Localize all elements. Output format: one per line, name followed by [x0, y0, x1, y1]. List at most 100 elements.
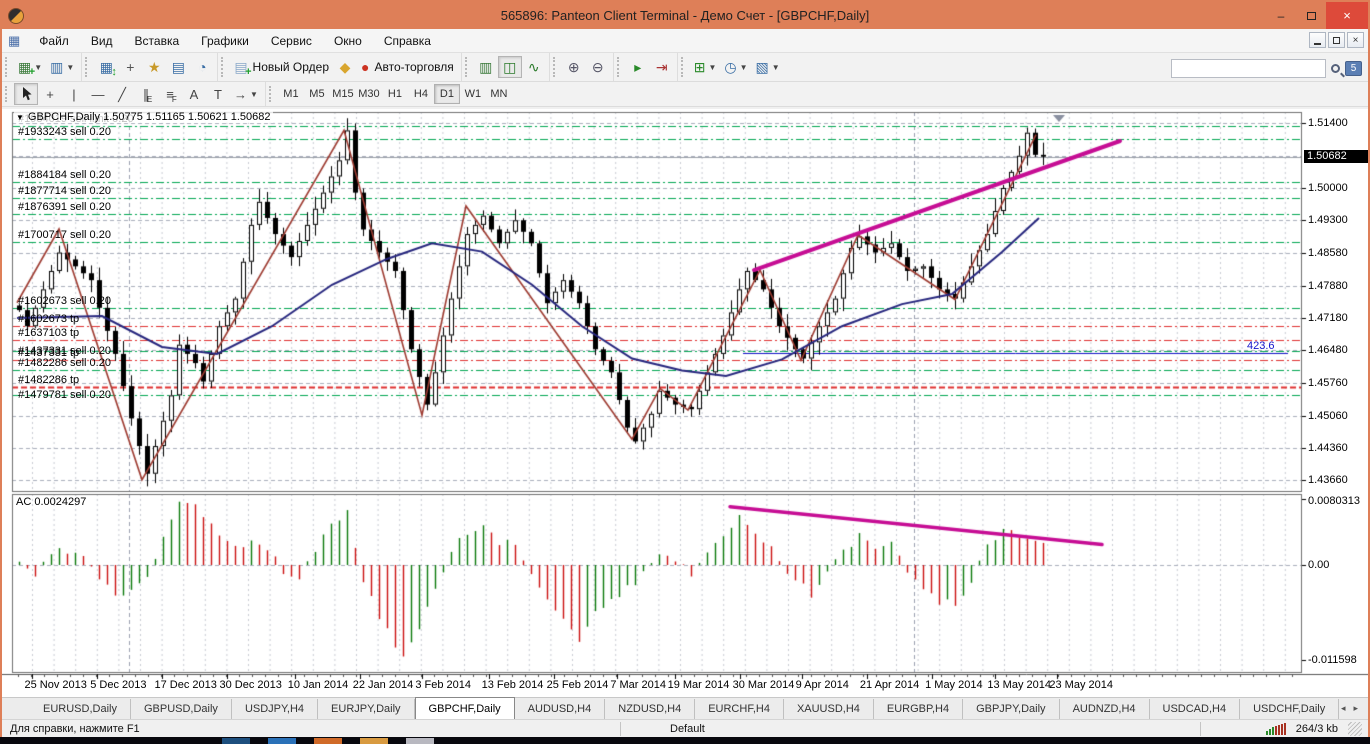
autotrading-button[interactable]: ●Авто-торговля	[357, 56, 458, 78]
profiles-button[interactable]: ▥▼	[46, 56, 78, 78]
timeframe-mn[interactable]: MN	[486, 84, 512, 104]
templates-icon: ▧	[756, 60, 769, 74]
toolbar-group-handle[interactable]	[465, 57, 470, 77]
fib-level-label: 423.6	[1247, 340, 1275, 352]
menu-окно[interactable]: Окно	[323, 31, 373, 51]
bar-chart-button[interactable]: ▥	[474, 56, 498, 78]
tab-usdcad-h4[interactable]: USDCAD,H4	[1150, 699, 1241, 719]
taskbar-app-icon[interactable]	[360, 738, 388, 744]
toolbar-group-handle[interactable]	[681, 57, 686, 77]
auto-scroll-button[interactable]: ▸	[626, 56, 650, 78]
tab-eurusd-daily[interactable]: EURUSD,Daily	[30, 699, 131, 719]
trendline-button[interactable]: ╱	[110, 83, 134, 105]
strategy-tester-button[interactable]: ◔	[190, 56, 214, 78]
chart-area[interactable]: ▼GBPCHF,Daily 1.50775 1.51165 1.50621 1.…	[2, 109, 1368, 697]
menu-графики[interactable]: Графики	[190, 31, 260, 51]
tab-xauusd-h4[interactable]: XAUUSD,H4	[784, 699, 874, 719]
tab-usdjpy-h4[interactable]: USDJPY,H4	[232, 699, 318, 719]
timeframe-m30[interactable]: M30	[356, 84, 382, 104]
tab-usdchf-daily[interactable]: USDCHF,Daily	[1240, 699, 1339, 719]
child-minimize-button[interactable]	[1309, 32, 1326, 48]
dropdown-caret-icon[interactable]: ▼	[708, 63, 716, 72]
terminal-button[interactable]: ▤	[166, 56, 190, 78]
dropdown-caret-icon[interactable]: ▼	[34, 63, 42, 72]
periods-button[interactable]: ◷▼	[720, 56, 751, 78]
tab-gbpchf-daily[interactable]: GBPCHF,Daily	[415, 697, 515, 719]
dropdown-caret-icon[interactable]: ▼	[772, 63, 780, 72]
market-watch-button[interactable]: ▦↕	[94, 56, 118, 78]
zoom-out-button[interactable]: ⊖	[586, 56, 610, 78]
child-close-button[interactable]: ×	[1347, 32, 1364, 48]
toolbar-group-handle[interactable]	[5, 86, 10, 103]
toolbar-group-handle[interactable]	[269, 86, 274, 103]
child-restore-button[interactable]	[1328, 32, 1345, 48]
data-window-button[interactable]: +	[118, 56, 142, 78]
notifications-badge[interactable]: 5	[1345, 61, 1362, 76]
label-tool-button[interactable]: T	[206, 83, 230, 105]
windows-taskbar[interactable]	[0, 737, 1370, 744]
candlestick-chart-button[interactable]: ◫	[498, 56, 522, 78]
symbol-dropdown-icon[interactable]: ▼	[16, 113, 24, 122]
toolbar-group-handle[interactable]	[617, 57, 622, 77]
new-order-button[interactable]: ▤+Новый Ордер	[230, 56, 333, 78]
tab-scroll-left-icon[interactable]: ◂	[1341, 703, 1346, 714]
title-bar[interactable]: 565896: Panteon Client Terminal - Демо С…	[2, 2, 1368, 29]
timeframe-h4[interactable]: H4	[408, 84, 434, 104]
timeframe-h1[interactable]: H1	[382, 84, 408, 104]
toolbar-group-handle[interactable]	[553, 57, 558, 77]
timeframe-w1[interactable]: W1	[460, 84, 486, 104]
text-tool-button[interactable]: A	[182, 83, 206, 105]
chart-header[interactable]: ▼GBPCHF,Daily 1.50775 1.51165 1.50621 1.…	[14, 111, 273, 123]
timeframe-d1[interactable]: D1	[434, 84, 460, 104]
crosshair-tool-button[interactable]: +	[38, 83, 62, 105]
horizontal-line-button[interactable]: —	[86, 83, 110, 105]
new-chart-button[interactable]: ▦+▼	[14, 56, 46, 78]
arrows-tool-button[interactable]: →▼	[230, 83, 262, 105]
menu-вид[interactable]: Вид	[80, 31, 124, 51]
menu-файл[interactable]: Файл	[28, 31, 80, 51]
timeframe-m5[interactable]: M5	[304, 84, 330, 104]
indicators-button[interactable]: ⊞▼	[690, 56, 721, 78]
cursor-tool-button[interactable]	[14, 83, 38, 105]
taskbar-app-icon[interactable]	[406, 738, 434, 744]
line-chart-button[interactable]: ∿	[522, 56, 546, 78]
menu-вставка[interactable]: Вставка	[124, 31, 191, 51]
toolbar-group-handle[interactable]	[5, 57, 10, 77]
taskbar-app-icon[interactable]	[314, 738, 342, 744]
metaeditor-button[interactable]: ◆	[333, 56, 357, 78]
tab-scroll-right-icon[interactable]: ▸	[1353, 703, 1358, 714]
tab-eurgbp-h4[interactable]: EURGBP,H4	[874, 699, 963, 719]
vertical-line-button[interactable]: |	[62, 83, 86, 105]
menu-сервис[interactable]: Сервис	[260, 31, 323, 51]
fibonacci-button[interactable]: ≡F	[158, 83, 182, 105]
tab-eurchf-h4[interactable]: EURCHF,H4	[695, 699, 784, 719]
toolbar-group-handle[interactable]	[85, 57, 90, 77]
toolbar-group-handle[interactable]	[221, 57, 226, 77]
dropdown-caret-icon[interactable]: ▼	[66, 63, 74, 72]
dropdown-caret-icon[interactable]: ▼	[250, 90, 258, 99]
navigator-button[interactable]: ★	[142, 56, 166, 78]
price-axis-tick: 1.44360	[1308, 442, 1348, 454]
timeframe-m15[interactable]: M15	[330, 84, 356, 104]
tab-audnzd-h4[interactable]: AUDNZD,H4	[1060, 699, 1150, 719]
cursor-icon	[21, 87, 32, 101]
search-input[interactable]	[1171, 59, 1326, 78]
tab-nzdusd-h4[interactable]: NZDUSD,H4	[605, 699, 695, 719]
search-icon[interactable]	[1331, 64, 1340, 73]
resize-grip[interactable]	[1348, 722, 1362, 736]
profile-selector[interactable]: Default	[670, 723, 705, 735]
templates-button[interactable]: ▧▼	[752, 56, 784, 78]
tab-gbpjpy-daily[interactable]: GBPJPY,Daily	[963, 699, 1060, 719]
zoom-in-button[interactable]: ⊕	[562, 56, 586, 78]
menu-справка[interactable]: Справка	[373, 31, 442, 51]
tab-audusd-h4[interactable]: AUDUSD,H4	[515, 699, 606, 719]
chart-shift-button[interactable]: ⇥	[650, 56, 674, 78]
tab-eurjpy-daily[interactable]: EURJPY,Daily	[318, 699, 415, 719]
price-chart-canvas[interactable]	[2, 109, 1368, 697]
dropdown-caret-icon[interactable]: ▼	[740, 63, 748, 72]
equidistant-channel-button[interactable]: ∥E	[134, 83, 158, 105]
taskbar-app-icon[interactable]	[268, 738, 296, 744]
tab-gbpusd-daily[interactable]: GBPUSD,Daily	[131, 699, 232, 719]
taskbar-app-icon[interactable]	[222, 738, 250, 744]
timeframe-m1[interactable]: M1	[278, 84, 304, 104]
